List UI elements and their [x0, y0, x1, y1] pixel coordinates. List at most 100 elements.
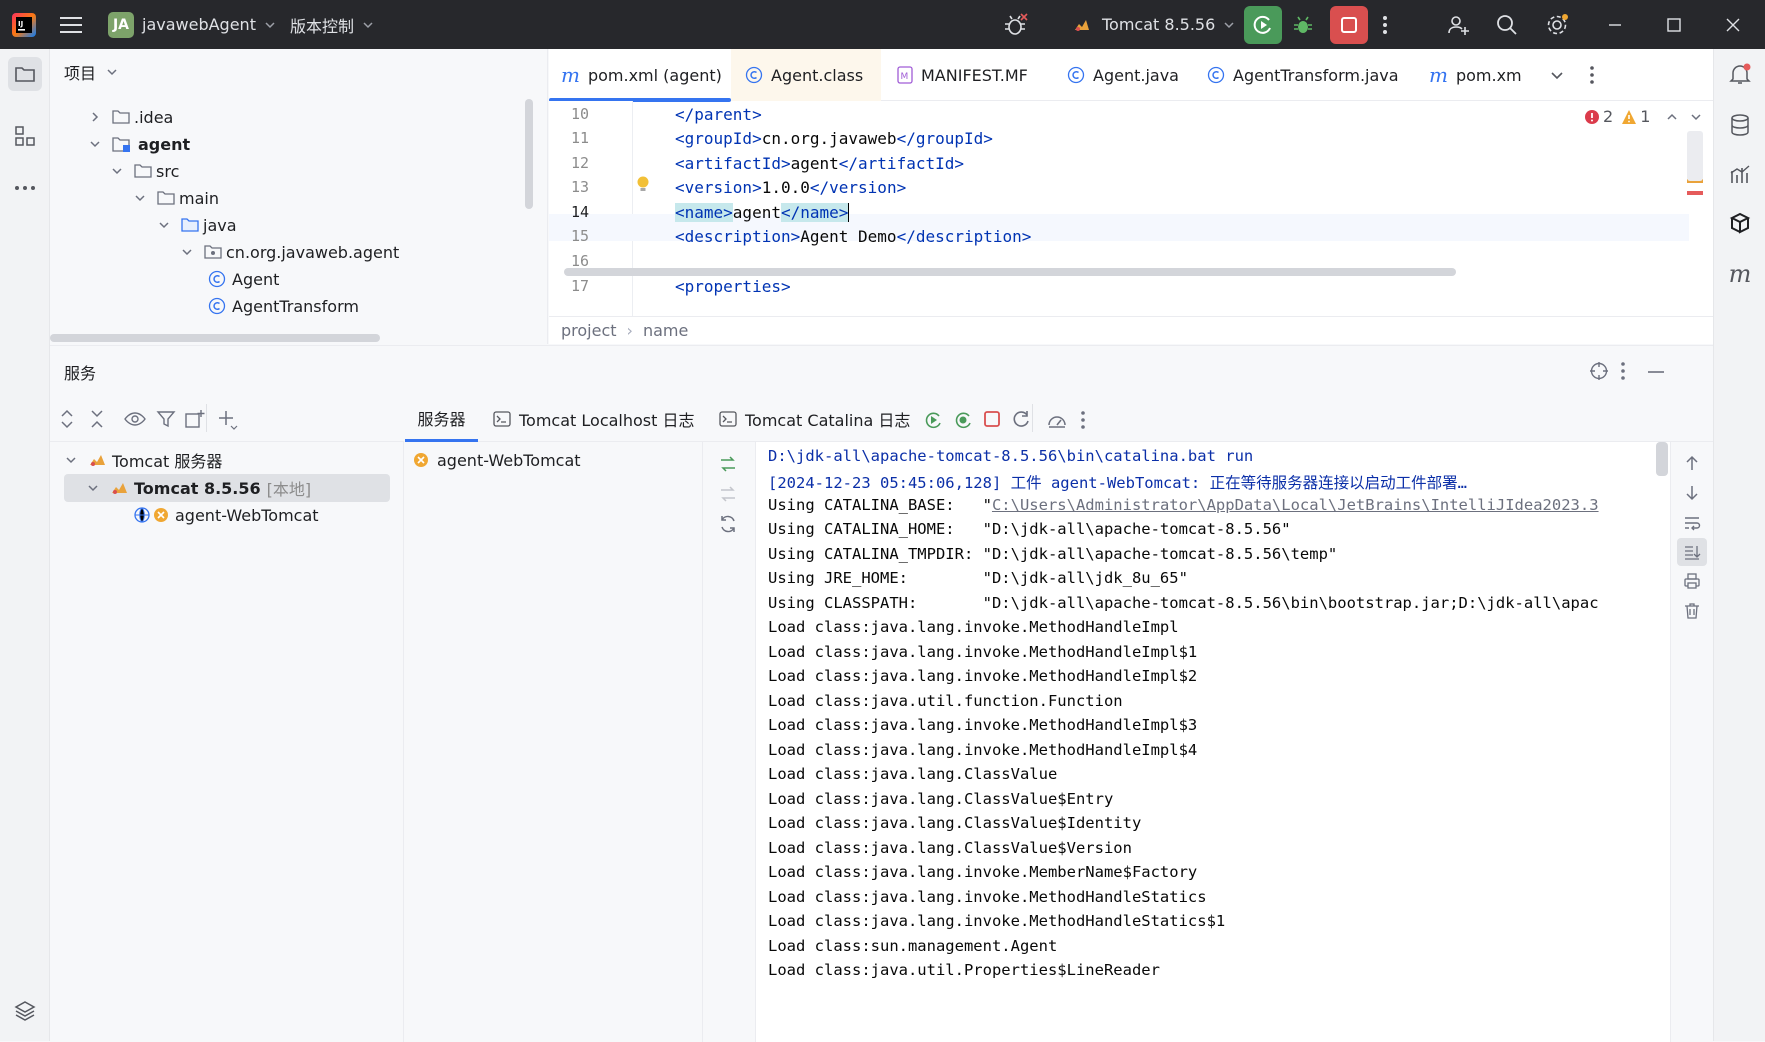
structure-icon[interactable]	[8, 119, 42, 153]
tab-agent-class[interactable]: Agent.class	[731, 49, 881, 101]
expand-all-icon[interactable]	[58, 409, 76, 429]
tab-pom-other[interactable]: m pom.xml (	[1413, 49, 1523, 101]
vertical-scrollbar[interactable]	[525, 99, 533, 209]
tab-label: Tomcat Localhost 日志	[519, 411, 695, 430]
error-stripe-marker[interactable]	[1687, 191, 1703, 195]
rerun-button[interactable]	[1244, 5, 1282, 44]
class-icon	[208, 297, 226, 315]
chevron-down-icon	[159, 222, 169, 229]
search-icon[interactable]	[1496, 0, 1518, 49]
more-actions-icon[interactable]	[1080, 410, 1086, 430]
tree-item-agent[interactable]: agent	[88, 129, 190, 159]
tab-pom-agent[interactable]: m pom.xml (agent)	[549, 49, 731, 102]
trash-icon[interactable]	[1683, 602, 1701, 620]
rerun-icon	[1253, 15, 1271, 34]
redeploy-icon[interactable]	[718, 514, 738, 534]
notifications-icon[interactable]	[1723, 57, 1757, 91]
add-user-icon[interactable]	[1446, 0, 1470, 49]
maven-icon[interactable]: m	[1723, 257, 1757, 291]
print-icon[interactable]	[1683, 572, 1701, 590]
deployment-item[interactable]: agent-WebTomcat	[413, 445, 581, 475]
undeploy-icon[interactable]	[718, 484, 738, 504]
chevron-down-icon	[112, 168, 122, 175]
tab-catalina-log[interactable]: Tomcat Catalina 日志	[719, 396, 910, 442]
project-panel-header[interactable]: 项目	[64, 59, 118, 85]
debug-button[interactable]	[1292, 0, 1314, 49]
tree-item-src[interactable]: src	[110, 156, 179, 186]
profiler-icon[interactable]	[1723, 157, 1757, 191]
arrow-up-icon[interactable]	[1683, 454, 1701, 472]
plugin-icon[interactable]	[1723, 207, 1757, 241]
editor-horizontal-scrollbar[interactable]	[564, 268, 1456, 276]
run-update-icon[interactable]	[922, 409, 944, 431]
horizontal-scrollbar[interactable]	[50, 334, 380, 342]
console-scrollbar[interactable]	[1656, 442, 1668, 476]
bug-icon	[1294, 16, 1312, 33]
tab-localhost-log[interactable]: Tomcat Localhost 日志	[493, 396, 695, 442]
tree-item-package[interactable]: cn.org.javaweb.agent	[180, 237, 399, 267]
collapse-all-icon[interactable]	[88, 409, 106, 429]
more-actions-icon[interactable]	[1589, 65, 1595, 85]
project-switcher[interactable]: JA javawebAgent	[108, 0, 276, 49]
more-actions-icon[interactable]	[1620, 361, 1626, 381]
intention-bulb-icon[interactable]	[635, 175, 651, 195]
main-menu-icon[interactable]	[60, 0, 82, 49]
tab-agent-java[interactable]: Agent.java	[1051, 49, 1191, 101]
soft-wrap-icon[interactable]	[1683, 514, 1701, 532]
deploy-icon[interactable]	[718, 454, 738, 474]
debug-inactive-icon[interactable]	[1003, 0, 1029, 49]
minimize-panel-icon[interactable]	[1647, 370, 1665, 374]
editor-vertical-scrollbar[interactable]	[1687, 131, 1703, 181]
vcs-menu[interactable]: 版本控制	[290, 0, 374, 49]
chevron-down-icon[interactable]	[1690, 111, 1702, 123]
project-panel: 项目 .idea agent src main java cn.org.java…	[50, 49, 548, 344]
intellij-logo-icon[interactable]: IJ	[10, 0, 38, 49]
console-path-link[interactable]: C:\Users\Administrator\AppData\Local\Jet…	[992, 496, 1599, 514]
open-browser-icon[interactable]	[1046, 409, 1068, 431]
tree-item-main[interactable]: main	[133, 183, 219, 213]
stop-button[interactable]	[1330, 5, 1368, 44]
console-output[interactable]: D:\jdk-all\apache-tomcat-8.5.56\bin\cata…	[756, 442, 1670, 1042]
tab-label: Agent.java	[1093, 65, 1179, 85]
debug-rerun-icon[interactable]	[952, 409, 974, 431]
settings-gear-icon[interactable]	[1545, 0, 1569, 49]
crosshair-icon[interactable]	[1589, 361, 1609, 381]
code-line-10: </parent>	[675, 105, 762, 124]
maven-icon: m	[1429, 63, 1448, 87]
new-group-icon[interactable]	[184, 408, 206, 430]
filter-icon[interactable]	[156, 409, 176, 429]
run-config-selector[interactable]: Tomcat 8.5.56	[1072, 0, 1235, 49]
tab-server[interactable]: 服务器	[405, 396, 478, 442]
folder-icon[interactable]	[8, 57, 42, 91]
layers-icon[interactable]	[8, 993, 42, 1027]
tree-item-idea[interactable]: .idea	[88, 102, 173, 132]
tab-manifest[interactable]: M MANIFEST.MF	[881, 49, 1051, 101]
chevron-down-icon	[135, 195, 145, 202]
deployment-label: agent-WebTomcat	[437, 450, 581, 470]
stop-icon[interactable]	[982, 409, 1002, 429]
error-badge-icon	[154, 508, 168, 522]
code-area[interactable]: 10 </parent> 11 <groupId>cn.org.javaweb<…	[549, 101, 1689, 317]
close-window-icon[interactable]	[1726, 0, 1740, 49]
database-icon[interactable]	[1723, 108, 1757, 142]
refresh-icon[interactable]	[1011, 409, 1031, 429]
tree-item-tomcat-servers[interactable]: Tomcat 服务器	[64, 445, 222, 475]
more-icon[interactable]	[8, 171, 42, 205]
tree-item-java[interactable]: java	[157, 210, 237, 240]
tabs-dropdown-icon[interactable]	[1549, 67, 1565, 83]
arrow-down-icon[interactable]	[1683, 484, 1701, 502]
add-service-icon[interactable]	[216, 408, 238, 430]
scroll-to-end-icon[interactable]	[1677, 538, 1707, 566]
maximize-window-icon[interactable]	[1667, 0, 1681, 49]
view-options-eye-icon[interactable]	[124, 409, 146, 429]
tree-item-agenttransform-class[interactable]: AgentTransform	[208, 291, 359, 321]
minimize-window-icon[interactable]	[1608, 0, 1622, 49]
breadcrumb-item[interactable]: project	[561, 321, 617, 340]
tree-item-tomcat-8556[interactable]: Tomcat 8.5.56 [本地]	[86, 473, 311, 503]
tree-item-agent-class[interactable]: Agent	[208, 264, 279, 294]
tree-item-agent-webtomcat[interactable]: agent-WebTomcat	[133, 500, 319, 530]
more-actions-icon[interactable]	[1382, 0, 1388, 49]
breadcrumb-item[interactable]: name	[643, 321, 688, 340]
tab-agenttransform-java[interactable]: AgentTransform.java	[1191, 49, 1413, 101]
tab-label: pom.xml (agent)	[587, 65, 722, 85]
